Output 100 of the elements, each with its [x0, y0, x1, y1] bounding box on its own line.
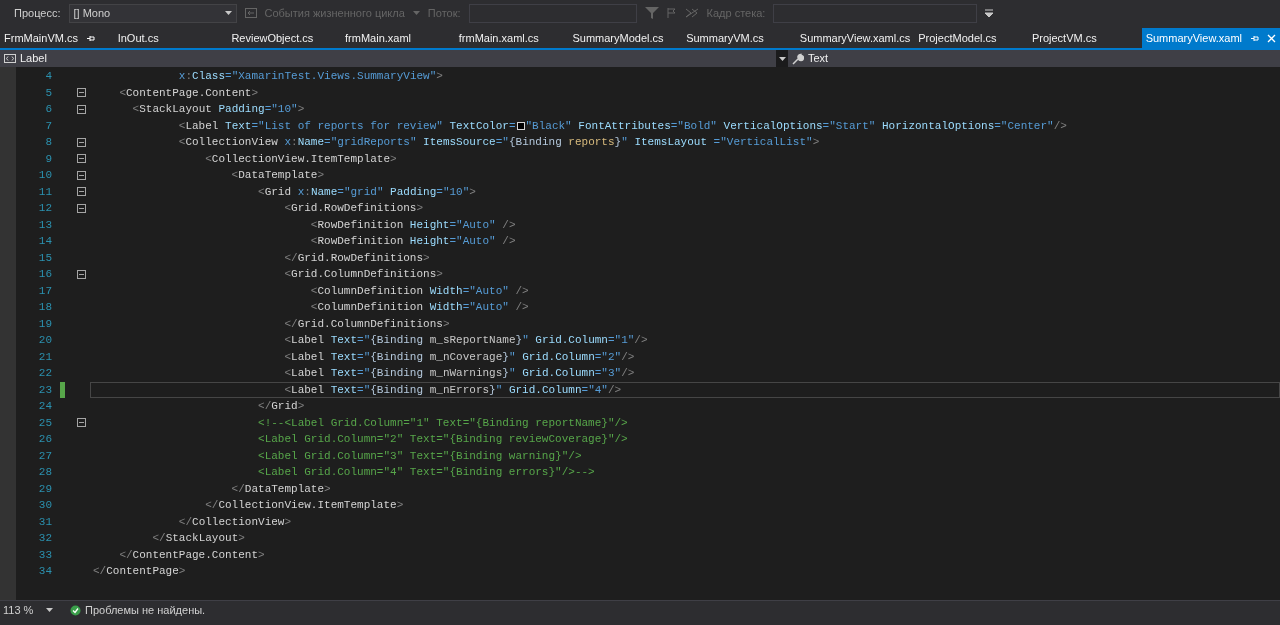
document-tab[interactable]: SummaryModel.cs	[568, 28, 683, 48]
code-line: <RowDefinition Height="Auto" />	[309, 217, 517, 233]
collapse-icon[interactable]	[76, 137, 86, 147]
dropdown-caret-icon	[412, 11, 420, 15]
collapse-icon[interactable]	[76, 104, 86, 114]
dropdown-arrow-button[interactable]	[776, 50, 788, 67]
line-number: 11	[37, 184, 52, 200]
line-number: 6	[44, 102, 52, 117]
code-line: <ContentPage.Content>	[118, 85, 260, 101]
line-number: 33	[37, 547, 52, 563]
code-line: </Grid.ColumnDefinitions>	[283, 316, 451, 332]
lifecycle-icon	[244, 8, 257, 18]
code-line: </StackLayout>	[151, 531, 246, 546]
code-line: </ContentPage.Content>	[118, 547, 266, 563]
line-number: 22	[37, 366, 52, 381]
pin-icon[interactable]	[85, 33, 95, 43]
document-tab[interactable]: SummaryVM.cs	[682, 28, 796, 48]
status-message: Проблемы не найдены.	[85, 602, 206, 618]
code-line: <Grid.ColumnDefinitions>	[283, 267, 444, 282]
line-number: 13	[37, 217, 52, 233]
document-tab[interactable]: InOut.cs	[113, 28, 228, 48]
line-number: 17	[37, 283, 52, 299]
collapse-icon[interactable]	[76, 269, 86, 279]
line-number: 32	[37, 531, 52, 546]
code-line: </CollectionView.ItemTemplate>	[204, 498, 405, 513]
caret-icon	[46, 608, 53, 612]
member-dropdown[interactable]: Text	[788, 50, 1280, 67]
code-line: <Label Text="List of reports for review" TextColor= "Black" FontAttributes="Bold" VerticalOptions="Start" HorizontalOptions="Center"/>	[177, 118, 1068, 134]
code-line: <StackLayout Padding="10">	[131, 102, 306, 117]
document-tab[interactable]: frmMain.xaml.cs	[454, 28, 569, 48]
caret-icon	[778, 56, 786, 61]
line-number: 29	[37, 481, 52, 497]
code-line: <Label Text="{Binding m_nWarnings}" Grid.Column="3"/>	[283, 366, 636, 381]
line-number: 19	[37, 316, 52, 332]
caret-icon	[224, 11, 232, 15]
line-number: 18	[37, 300, 52, 315]
line-number: 15	[37, 250, 52, 266]
document-tab[interactable]: ReviewObject.cs	[227, 28, 342, 48]
code-line: <Label Grid.Column="4" Text="{Binding errors}"/>-->	[257, 465, 596, 480]
check-circle-icon	[70, 604, 81, 616]
line-number: 21	[37, 349, 52, 365]
collapse-icon[interactable]	[76, 154, 86, 164]
line-number: 7	[44, 118, 52, 134]
code-line: <ColumnDefinition Width="Auto" />	[309, 300, 530, 315]
close-icon[interactable]	[1267, 33, 1276, 43]
code-line: <DataTemplate>	[230, 168, 326, 183]
collapse-icon[interactable]	[76, 203, 86, 213]
code-line: <Label Text="{Binding m_sReportName}" Grid.Column="1"/>	[283, 333, 649, 348]
element-dropdown[interactable]: Label	[0, 50, 776, 67]
code-line: </DataTemplate>	[230, 481, 332, 497]
document-tab[interactable]: ProjectVM.cs	[1027, 28, 1142, 48]
line-number: 26	[37, 432, 52, 447]
code-line: </Grid.RowDefinitions>	[283, 250, 431, 266]
line-number: 9	[44, 151, 52, 167]
process-label: Процесс:	[14, 5, 61, 21]
process-dropdown[interactable]: [] Mono	[68, 3, 237, 23]
document-tab[interactable]: FrmMainVM.cs	[0, 28, 114, 48]
code-line: <Label Grid.Column="2" Text="{Binding reviewCoverage}"/>	[257, 432, 629, 447]
code-line: <Label Grid.Column="3" Text="{Binding warning}"/>	[257, 448, 583, 464]
code-line: </CollectionView>	[177, 514, 293, 530]
code-line: </Grid>	[257, 399, 306, 414]
line-number: 28	[37, 465, 52, 480]
code-line: <ColumnDefinition Width="Auto" />	[309, 283, 530, 299]
document-tab[interactable]: frmMain.xaml	[341, 28, 455, 48]
line-number: 5	[44, 85, 52, 101]
collapse-icon[interactable]	[76, 88, 86, 98]
overflow-icon[interactable]	[985, 9, 994, 17]
element-icon	[4, 54, 16, 63]
collapse-icon[interactable]	[76, 170, 86, 180]
line-number: 12	[37, 201, 52, 216]
line-number: 14	[37, 234, 52, 249]
code-line: <CollectionView x:Name="gridReports" ItemsSource="{Binding reports}" ItemsLayout ="VerticalList">	[177, 135, 821, 150]
line-number: 25	[37, 415, 52, 431]
code-line: </ContentPage>	[92, 564, 187, 579]
code-line: x:Class="XamarinTest.Views.SummaryView">	[177, 69, 444, 84]
line-number: 8	[44, 135, 52, 150]
wrench-icon	[792, 52, 804, 65]
document-tab[interactable]: SummaryView.xaml.cs	[795, 28, 915, 48]
document-tab[interactable]: ProjectModel.cs	[914, 28, 1028, 48]
line-number: 30	[37, 498, 52, 513]
code-line: <Grid x:Name="grid" Padding="10">	[257, 184, 477, 200]
line-number: 23	[37, 382, 52, 398]
line-number: 16	[37, 267, 52, 282]
document-tab[interactable]: SummaryView.xaml	[1141, 28, 1280, 48]
collapse-icon[interactable]	[76, 418, 86, 428]
line-number: 27	[37, 448, 52, 464]
code-line: <!--<Label Grid.Column="1" Text="{Binding reportName}"/>	[257, 415, 629, 431]
code-line: <CollectionView.ItemTemplate>	[204, 151, 398, 167]
code-line: <RowDefinition Height="Auto" />	[309, 234, 517, 249]
zoom-dropdown[interactable]: 113 %	[0, 601, 56, 619]
line-number: 24	[37, 399, 52, 414]
line-number: 20	[37, 333, 52, 348]
line-number: 10	[37, 168, 52, 183]
code-line: <Grid.RowDefinitions>	[283, 201, 425, 216]
thread-label: Поток:	[427, 5, 461, 21]
collapse-icon[interactable]	[76, 187, 86, 197]
line-number: 4	[44, 69, 52, 84]
line-number: 34	[37, 564, 52, 579]
line-number: 31	[37, 514, 52, 530]
code-line: <Label Text="{Binding m_nCoverage}" Grid.Column="2"/>	[283, 349, 636, 365]
